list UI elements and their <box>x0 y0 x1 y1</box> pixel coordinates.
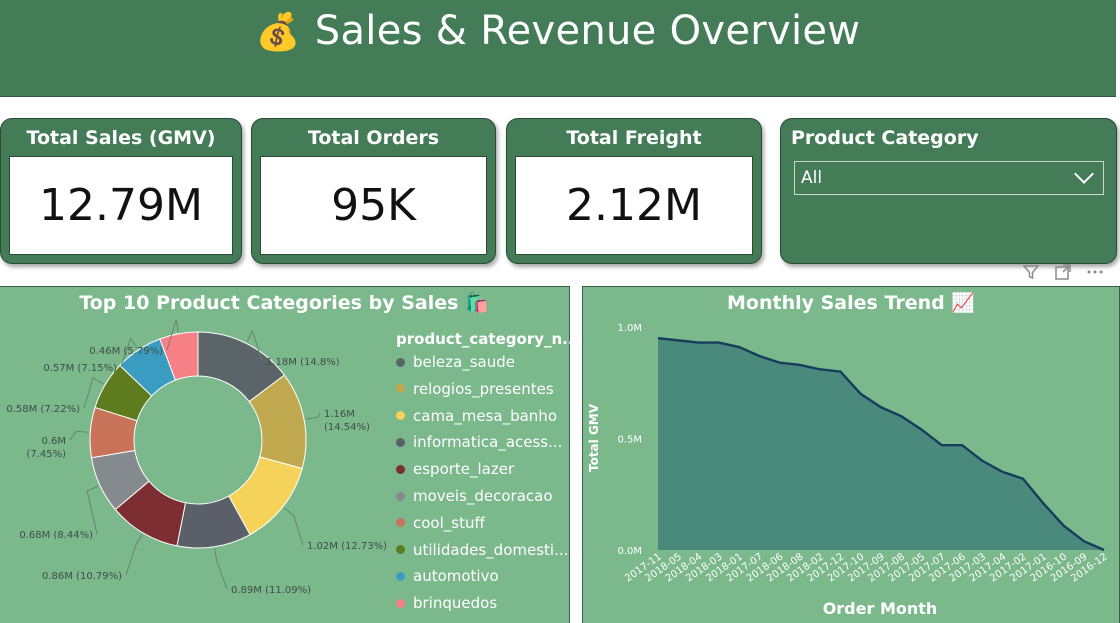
area-fill <box>658 338 1104 550</box>
filter-icon[interactable] <box>1022 263 1040 281</box>
legend-marker <box>396 411 405 421</box>
legend-label: brinquedos <box>413 594 498 613</box>
kpi-title: Total Freight <box>566 127 702 149</box>
product-category-dropdown[interactable]: All <box>794 161 1104 195</box>
legend-label: moveis_decoracao <box>413 487 553 505</box>
leader-line <box>69 430 89 441</box>
legend-label: cool_stuff <box>413 513 485 532</box>
more-options-icon[interactable] <box>1086 263 1104 281</box>
donut-data-label: 0.6M (7.45%) <box>26 436 66 460</box>
legend-item[interactable]: brinquedos <box>396 593 497 613</box>
legend-item[interactable]: esporte_lazer <box>396 459 514 479</box>
legend-label: esporte_lazer <box>413 460 515 479</box>
leader-line <box>305 412 321 420</box>
kpi-card-total-sales: Total Sales (GMV) 12.79M <box>0 118 242 264</box>
legend-label: cama_mesa_banho <box>413 406 557 425</box>
legend-label: informatica_acess... <box>413 433 563 452</box>
kpi-title: Total Orders <box>307 127 440 149</box>
y-tick-label: 0.0M <box>617 546 642 557</box>
page-title-text: Sales & Revenue Overview <box>314 8 861 54</box>
kpi-value: 12.79M <box>39 180 203 231</box>
legend-marker <box>396 357 405 367</box>
legend-title: product_category_n... <box>396 330 580 348</box>
legend-label: relogios_presentes <box>413 379 554 398</box>
donut-data-label: 0.58M (7.22%) <box>6 404 80 415</box>
donut-data-label: 1.18M (14.8%) <box>266 357 340 368</box>
y-axis-title: Total GMV <box>587 403 601 472</box>
kpi-card-total-orders: Total Orders 95K <box>251 118 496 264</box>
legend-item[interactable]: cool_stuff <box>396 513 485 533</box>
legend-marker <box>396 571 405 581</box>
legend-marker <box>396 491 405 501</box>
legend-item[interactable]: utilidades_domesti... <box>396 540 568 560</box>
money-bag-icon: 💰 <box>255 12 301 53</box>
x-axis-title: Order Month <box>823 599 938 618</box>
leader-line <box>86 485 99 535</box>
legend-item[interactable]: moveis_decoracao <box>396 486 553 506</box>
slicer-title: Product Category <box>791 127 979 149</box>
legend-label: automotivo <box>413 567 499 586</box>
donut-data-label: 0.86M (10.79%) <box>42 571 122 582</box>
leader-line <box>125 534 143 576</box>
legend-label: beleza_saude <box>413 353 515 371</box>
donut-data-label: 1.16M (14.54%) <box>324 409 370 433</box>
legend-marker <box>396 464 405 474</box>
legend-marker <box>396 437 405 447</box>
product-category-slicer: Product Category All <box>780 118 1117 264</box>
legend-marker <box>396 384 405 394</box>
area-chart: 1.0M0.5M0.0M2017-112018-052018-042018-03… <box>587 323 1110 618</box>
visual-header-toolbar <box>1022 262 1118 282</box>
kpi-value: 95K <box>331 180 416 231</box>
page-title: 💰 Sales & Revenue Overview <box>0 8 1116 54</box>
focus-mode-icon[interactable] <box>1054 263 1072 281</box>
legend-label: utilidades_domesti... <box>413 540 569 559</box>
legend-item[interactable]: cama_mesa_banho <box>396 406 557 426</box>
legend-item[interactable]: beleza_saude <box>396 352 515 372</box>
kpi-card-total-freight: Total Freight 2.12M <box>506 118 762 264</box>
y-tick-label: 0.5M <box>617 435 642 446</box>
kpi-value-box: 2.12M <box>515 156 753 255</box>
kpi-value-box: 12.79M <box>9 156 233 255</box>
donut-chart: 1.18M (14.8%) 1.16M (14.54%) 1.02M (12.73%)… <box>6 319 387 596</box>
donut-data-label: 1.02M (12.73%) <box>307 541 387 552</box>
header-bar: 💰 Sales & Revenue Overview <box>0 0 1116 97</box>
leader-line <box>284 507 304 546</box>
chevron-down-icon <box>1074 164 1094 184</box>
legend-marker <box>396 518 405 528</box>
donut-data-label: 0.89M (11.09%) <box>231 585 311 596</box>
donut-data-label: 0.57M (7.15%) <box>43 363 117 374</box>
dropdown-selected-value: All <box>801 168 823 188</box>
kpi-title: Total Sales (GMV) <box>26 127 216 149</box>
donut-data-label: 0.68M (8.44%) <box>19 530 93 541</box>
legend-marker <box>396 598 405 608</box>
dashboard: { "header": { "emoji": "💰", "title": "Sa… <box>0 0 1120 623</box>
donut-data-label: 0.46M (5.79%) <box>89 346 163 357</box>
legend-item[interactable]: informatica_acess... <box>396 432 562 452</box>
kpi-value: 2.12M <box>566 180 702 231</box>
legend-item[interactable]: relogios_presentes <box>396 379 554 399</box>
y-tick-label: 1.0M <box>617 323 642 334</box>
legend-item[interactable]: automotivo <box>396 566 499 586</box>
leader-line <box>214 548 228 590</box>
legend-marker <box>396 545 405 555</box>
kpi-value-box: 95K <box>260 156 487 255</box>
